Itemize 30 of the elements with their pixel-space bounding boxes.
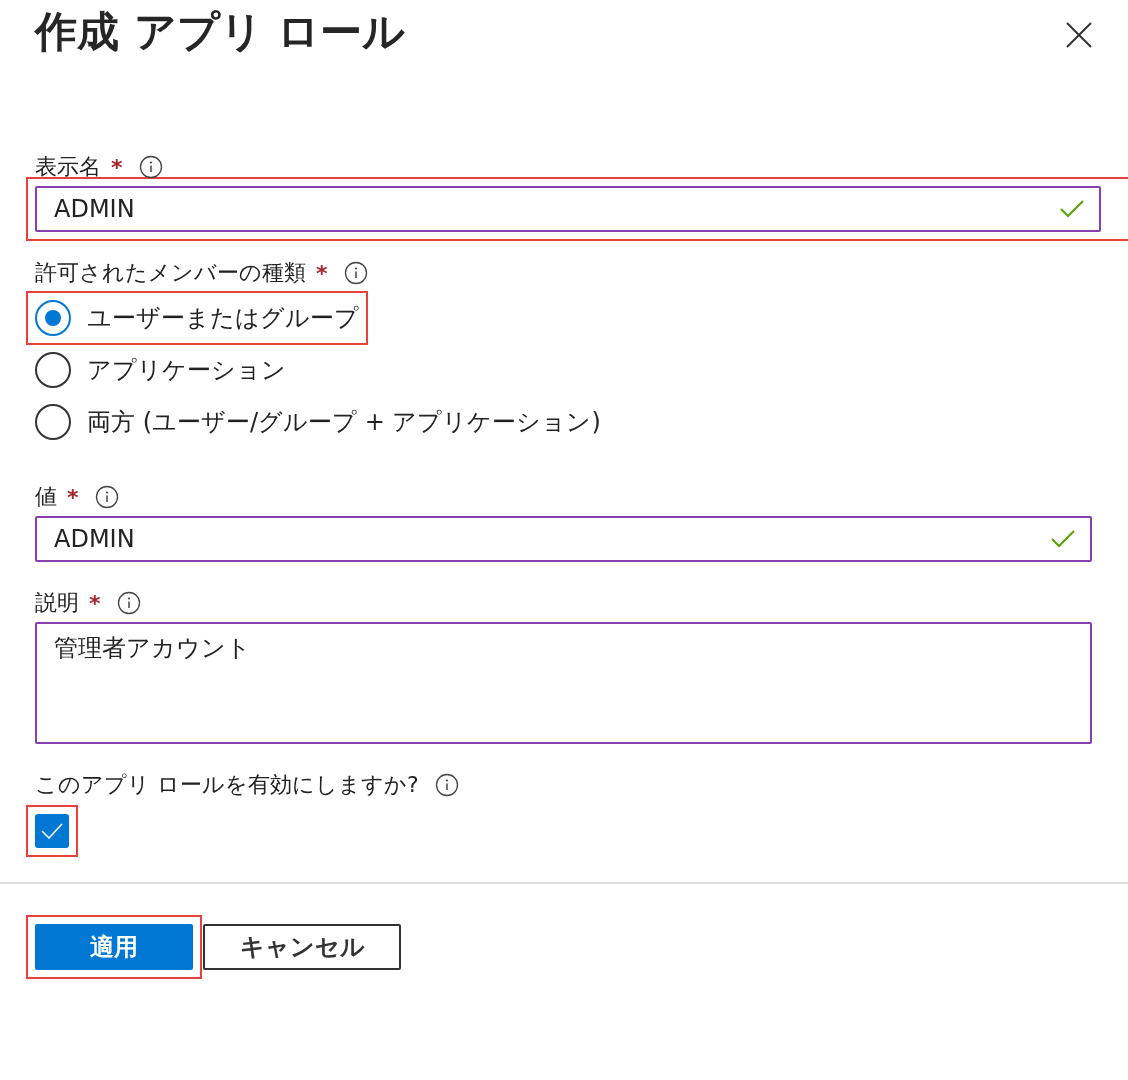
info-icon: [343, 261, 368, 285]
info-icon: [434, 773, 459, 797]
panel-title: 作成 アプリ ロール: [35, 6, 406, 58]
radio-button[interactable]: [35, 300, 71, 336]
option-label[interactable]: ユーザーまたはグループ: [87, 302, 359, 334]
required-mark: *: [67, 484, 79, 510]
checkbox[interactable]: [35, 814, 69, 848]
field-label: このアプリ ロールを有効にしますか?: [35, 771, 419, 799]
info-icon: [116, 591, 141, 615]
field-label: 表示名: [35, 153, 101, 181]
field-label: 説明: [35, 589, 79, 617]
cancel-button[interactable]: キャンセル: [203, 924, 401, 970]
apply-button[interactable]: 適用: [35, 924, 193, 970]
input-field[interactable]: ADMIN: [35, 516, 1092, 562]
radio-button[interactable]: [35, 404, 71, 440]
close-icon: [1066, 22, 1092, 48]
required-mark: *: [89, 590, 101, 616]
required-mark: *: [111, 154, 123, 180]
required-mark: *: [316, 260, 328, 286]
input-field[interactable]: ADMIN: [35, 186, 1101, 232]
close-button[interactable]: [1066, 22, 1092, 48]
option-label[interactable]: 両方 (ユーザー/グループ + アプリケーション): [87, 406, 601, 438]
info-icon: [94, 485, 119, 509]
text-area[interactable]: 管理者アカウント: [35, 622, 1092, 744]
field-label: 値: [35, 483, 57, 511]
field-label: 許可されたメンバーの種類: [35, 259, 306, 287]
info-icon: [138, 155, 163, 179]
option-label[interactable]: アプリケーション: [87, 354, 286, 386]
radio-button[interactable]: [35, 352, 71, 388]
checkmark-icon: [41, 823, 63, 839]
